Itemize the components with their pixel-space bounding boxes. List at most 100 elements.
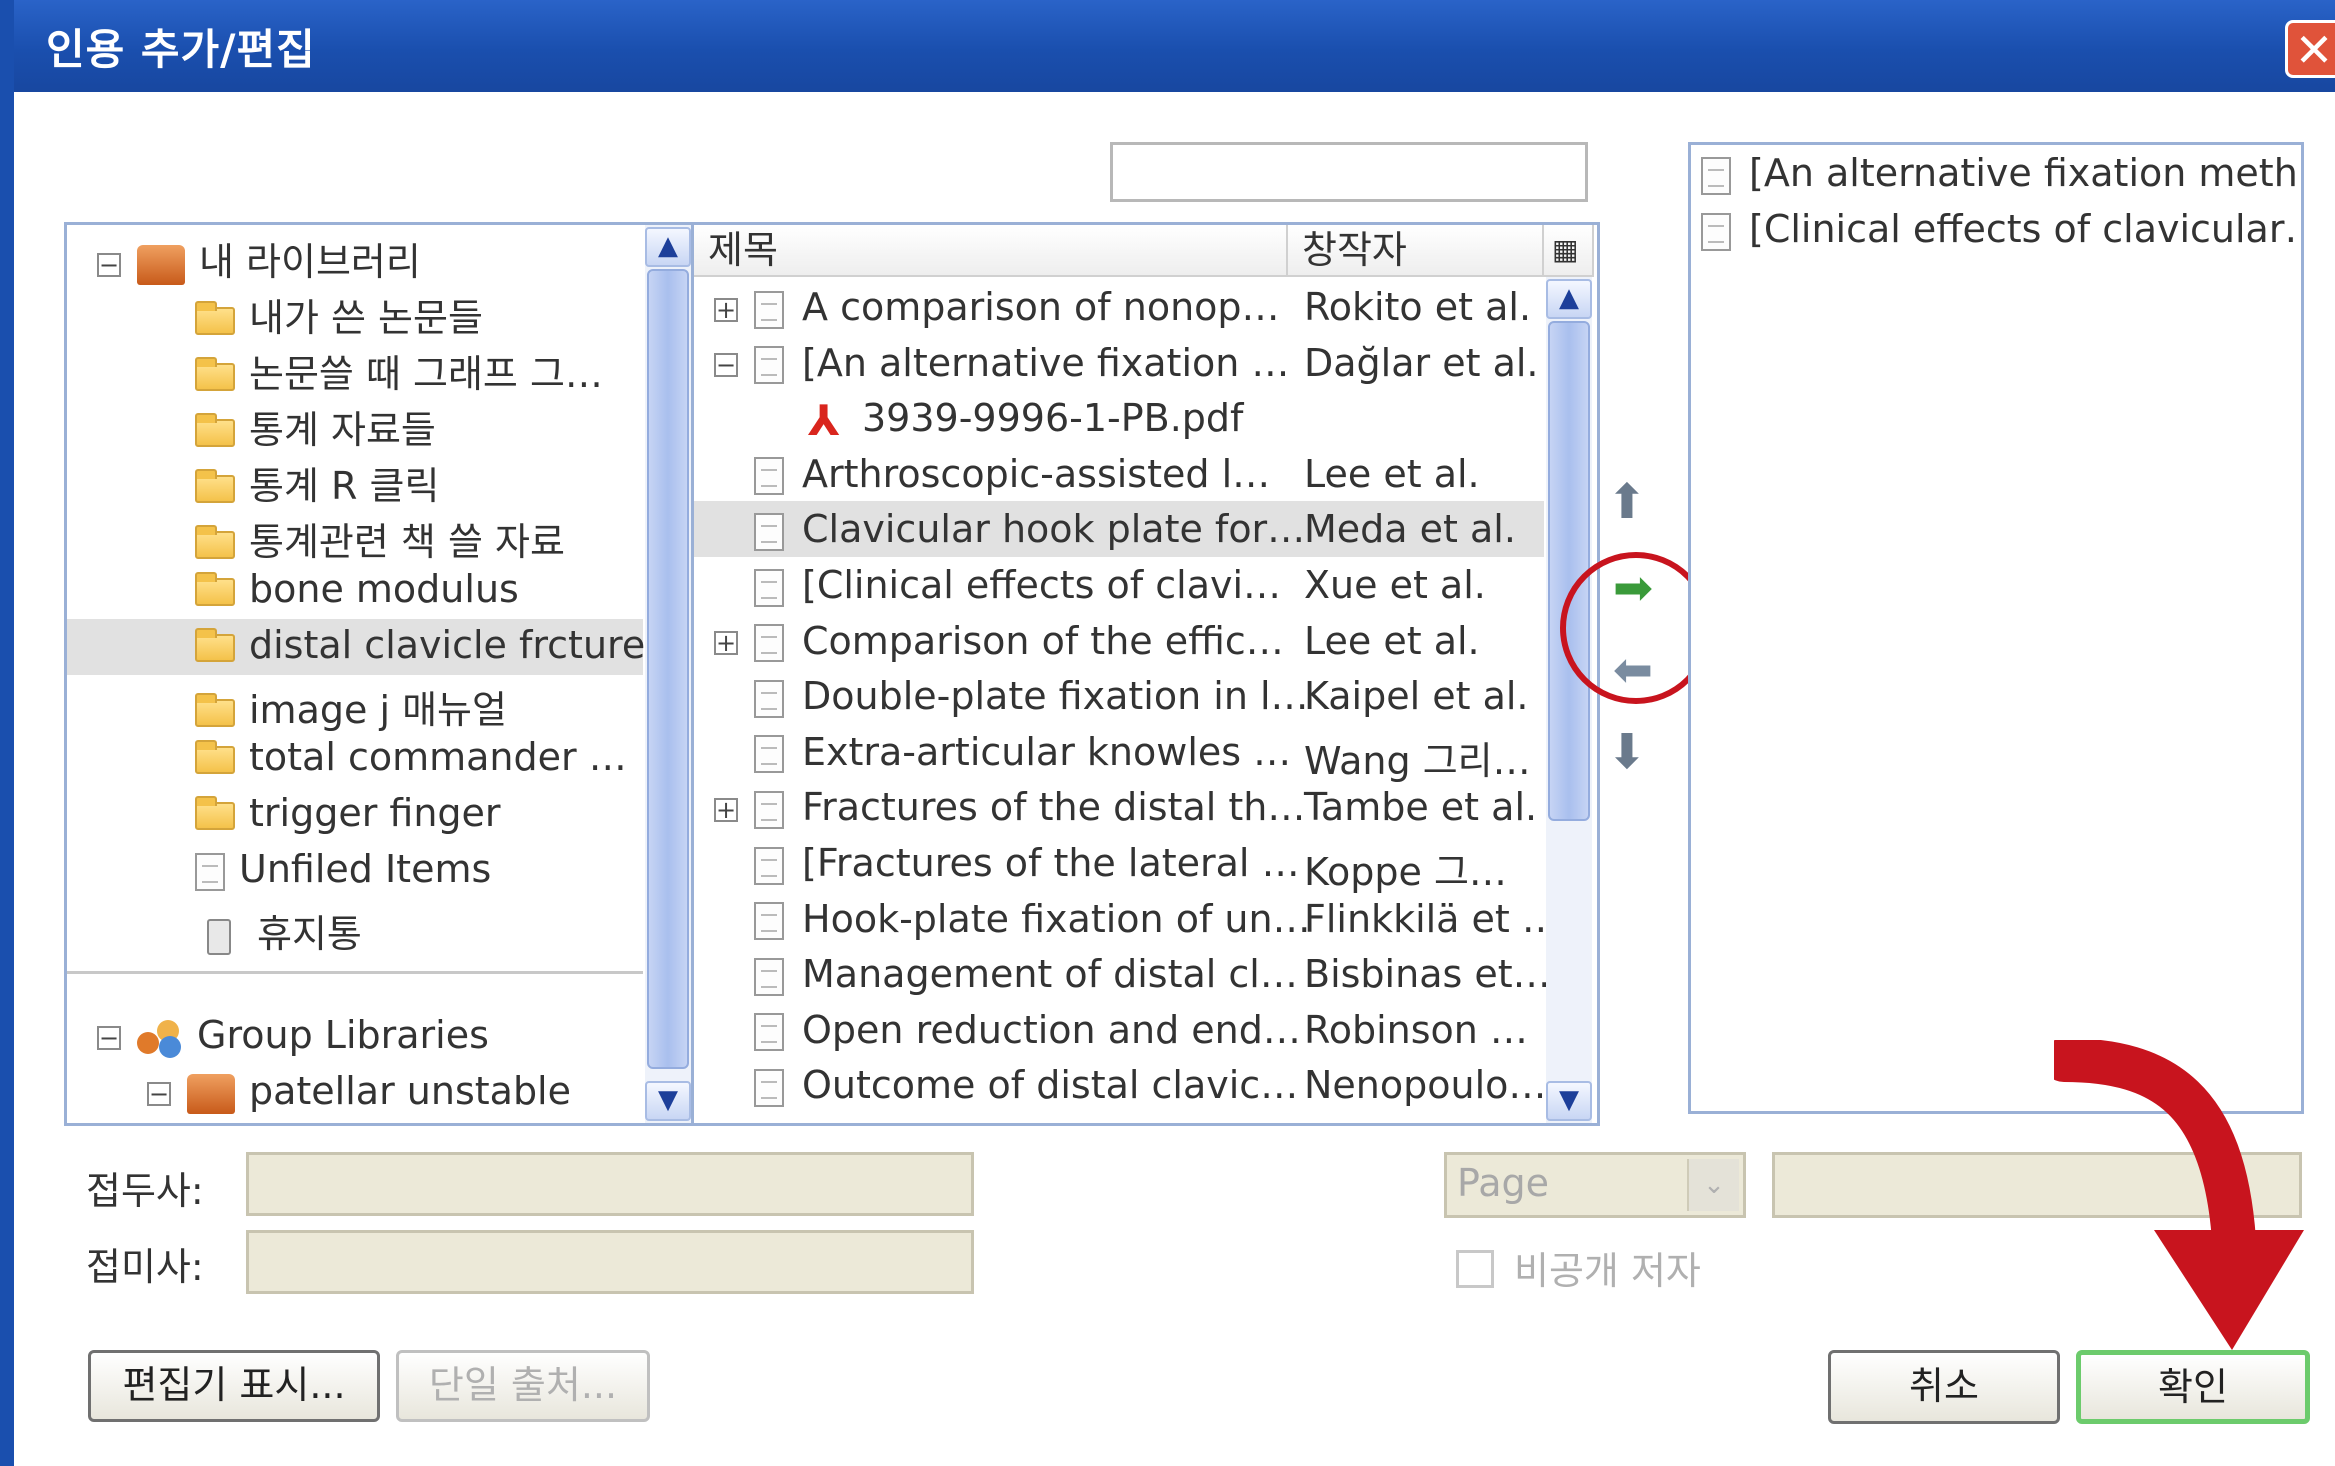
locator-select[interactable]: Page ⌄ [1444, 1152, 1746, 1218]
suffix-field[interactable] [246, 1230, 974, 1294]
row-title: Outcome of distal clavic… [802, 1063, 1299, 1108]
scroll-thumb[interactable] [647, 269, 689, 1069]
tree-item[interactable]: 논문쓸 때 그래프 그… [195, 343, 603, 398]
table-row[interactable]: Arthroscopic-assisted l… Lee et al. [694, 446, 1544, 500]
table-row[interactable]: [Clinical effects of clavi… Xue et al. [694, 557, 1544, 611]
close-button[interactable]: ✕ [2285, 20, 2335, 78]
scroll-up-arrow-icon[interactable]: ▲ [1546, 279, 1592, 319]
document-icon [754, 346, 784, 385]
trash-icon [207, 918, 231, 955]
scroll-down-arrow-icon[interactable]: ▼ [1546, 1081, 1592, 1121]
column-picker-icon[interactable]: ▦ [1544, 225, 1594, 277]
suppress-author-checkbox[interactable] [1456, 1250, 1494, 1288]
collapse-icon[interactable]: − [714, 353, 738, 378]
table-row[interactable]: Extra-articular knowles … Wang 그리… [694, 724, 1544, 783]
row-title: Double-plate fixation in l… [802, 674, 1309, 719]
document-icon [754, 957, 784, 996]
suppress-author-label: 비공개 저자 [1514, 1249, 1701, 1293]
chevron-down-icon[interactable]: ⌄ [1687, 1159, 1739, 1211]
prefix-label: 접두사: [86, 1169, 204, 1213]
citation-list-panel: [An alternative fixation meth… [Clinical… [1688, 142, 2304, 1114]
document-icon [754, 735, 784, 774]
table-row[interactable]: Management of distal cl… Bisbinas et… [694, 946, 1551, 1000]
collapse-icon[interactable]: − [97, 252, 121, 277]
table-row[interactable]: − [An alternative fixation … Dağlar et al. [694, 335, 1544, 389]
item-list-panel: 제목 창작자 ▦ + A comparison of nonop… Rokito e… [694, 222, 1600, 1126]
column-header-title[interactable]: 제목 [694, 225, 1288, 277]
table-row[interactable]: Double-plate fixation in l… Kaipel et al. [694, 668, 1544, 722]
tree-item[interactable]: bone modulus [195, 567, 519, 611]
suffix-label: 접미사: [86, 1245, 204, 1289]
row-creator: Tambe et al. [1304, 785, 1538, 830]
tree-item[interactable]: total commander … [195, 735, 627, 779]
cancel-button[interactable]: 취소 [1828, 1350, 2060, 1424]
table-row[interactable]: Clavicular hook plate for… Meda et al. [694, 501, 1544, 555]
tree-root-group-libraries[interactable]: − Group Libraries [97, 1013, 489, 1058]
tree-scrollbar[interactable]: ▲ ▼ [645, 225, 691, 1123]
tree-item[interactable]: 통계 자료들 [195, 399, 436, 454]
tree-item-label: total commander … [249, 735, 627, 779]
row-creator: Nenopoulo… [1304, 1063, 1547, 1108]
tree-item-trash[interactable]: 휴지통 [207, 903, 362, 958]
row-creator: Wang 그리… [1304, 738, 1531, 783]
tree-root-my-library[interactable]: − 내 라이브러리 [97, 231, 421, 286]
table-row[interactable]: + Comparison of the effic… Lee et al. [694, 613, 1544, 667]
row-creator: Meda et al. [1304, 507, 1516, 552]
document-icon [754, 1068, 784, 1107]
tree-item-label: 통계 자료들 [249, 408, 436, 452]
document-icon [754, 568, 784, 607]
tree-item[interactable]: 내가 쓴 논문들 [195, 287, 483, 342]
move-down-button[interactable]: ⬇ [1602, 724, 1652, 780]
folder-icon [195, 692, 235, 727]
row-title: Open reduction and end… [802, 1007, 1301, 1052]
folder-icon [195, 468, 235, 503]
table-row[interactable]: + A comparison of nonop… Rokito et al. [694, 279, 1544, 333]
table-row[interactable]: ⅄ 3939-9996-1-PB.pdf [694, 390, 1544, 444]
row-creator: Lee et al. [1304, 618, 1480, 663]
expand-icon[interactable]: + [714, 797, 738, 822]
document-icon [1701, 212, 1731, 251]
document-icon [754, 457, 784, 496]
tree-item-unfiled[interactable]: Unfiled Items [195, 847, 491, 891]
tree-item[interactable]: 통계 R 클릭 [195, 455, 439, 510]
show-editor-button[interactable]: 편집기 표시... [88, 1350, 380, 1422]
row-title: Management of distal cl… [802, 952, 1298, 997]
tree-item[interactable]: trigger finger [195, 791, 501, 835]
citation-item[interactable]: [An alternative fixation meth… [1701, 151, 2301, 195]
scroll-down-arrow-icon[interactable]: ▼ [645, 1081, 691, 1121]
table-row[interactable]: Open reduction and end… Robinson … [694, 1002, 1544, 1056]
row-title: [Fractures of the lateral … [802, 841, 1300, 885]
list-scrollbar[interactable]: ▲ ▼ [1546, 277, 1592, 1123]
title-bar: 인용 추가/편집 ✕ [14, 0, 2335, 92]
expand-icon[interactable]: + [714, 297, 738, 322]
tree-item-label: bone modulus [249, 567, 519, 611]
collapse-icon[interactable]: − [97, 1025, 121, 1050]
tree-item[interactable]: 통계관련 책 쓸 자료 [195, 511, 565, 566]
table-row[interactable]: Outcome of distal clavic… Nenopoulo… [694, 1057, 1547, 1111]
table-row[interactable]: [Fractures of the lateral … Koppe 그… [694, 835, 1544, 894]
tree-item[interactable]: image j 매뉴얼 [195, 679, 507, 734]
tree-item-label: 내가 쓴 논문들 [249, 296, 483, 340]
table-row[interactable]: + Fractures of the distal th… Tambe et al. [694, 779, 1544, 833]
table-row[interactable]: Hook-plate fixation of un… Flinkkilä et … [694, 891, 1560, 945]
move-up-button[interactable]: ⬆ [1602, 474, 1652, 530]
citation-label: [Clinical effects of clavicular… [1749, 207, 2304, 251]
prefix-field[interactable] [246, 1152, 974, 1216]
scroll-up-arrow-icon[interactable]: ▲ [645, 227, 691, 267]
column-header-creator[interactable]: 창작자 [1288, 225, 1544, 277]
ok-button[interactable]: 확인 [2076, 1350, 2310, 1424]
collapse-icon[interactable]: − [147, 1081, 171, 1106]
library-icon [187, 1073, 235, 1114]
tree-item-label: distal clavicle frcture [249, 623, 646, 667]
tree-item-selected[interactable]: distal clavicle frcture [195, 623, 645, 667]
row-title: Extra-articular knowles … [802, 729, 1292, 774]
folder-icon [195, 571, 235, 606]
search-input[interactable] [1110, 142, 1588, 202]
row-title: [Clinical effects of clavi… [802, 563, 1282, 607]
tree-item-group[interactable]: − patellar unstable [147, 1069, 571, 1114]
library-tree-panel: − 내 라이브러리 내가 쓴 논문들 논문쓸 때 그래프 그… 통계 자료들 통계… [64, 222, 694, 1126]
single-source-button[interactable]: 단일 출처... [396, 1350, 650, 1422]
expand-icon[interactable]: + [714, 631, 738, 656]
citation-item[interactable]: [Clinical effects of clavicular… [1701, 207, 2304, 251]
folder-icon [195, 524, 235, 559]
